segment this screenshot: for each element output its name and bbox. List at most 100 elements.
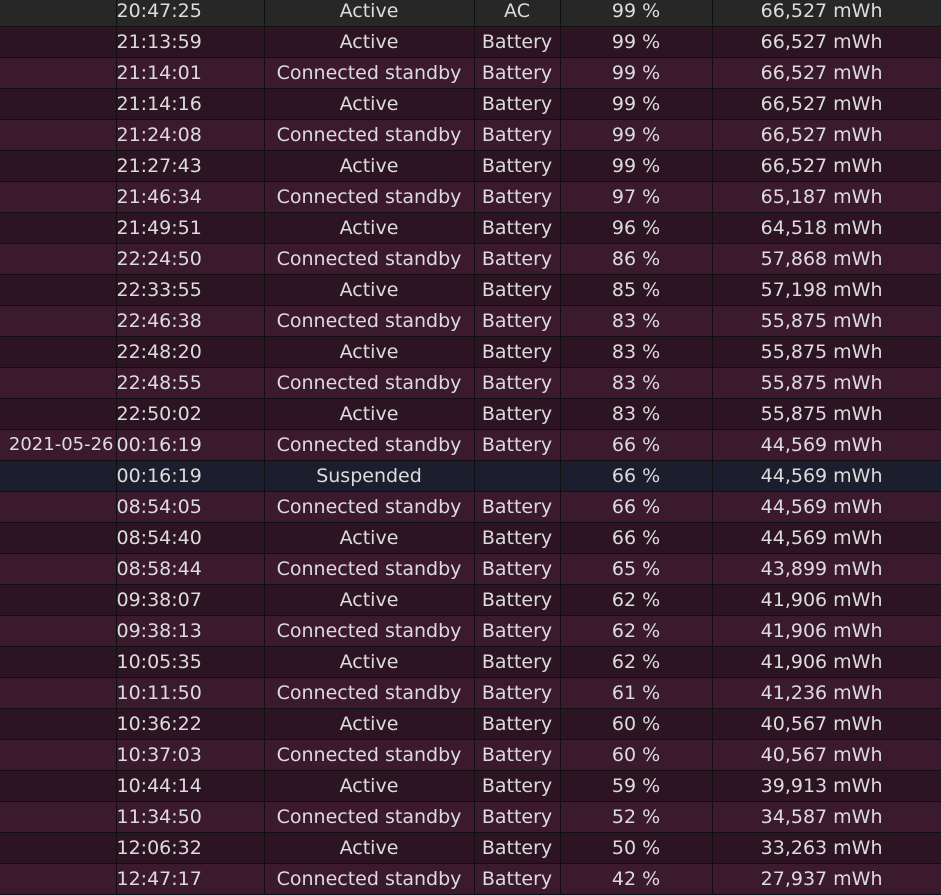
date-cell [0, 398, 117, 430]
capacity-remaining-cell: 41,906 mWh [712, 615, 941, 647]
table-row: 22:48:20 Active Battery 83 % 55,875 mWh [0, 336, 941, 368]
power-source-cell: Battery [474, 739, 561, 771]
date-cell [0, 181, 117, 213]
state-cell: Active [264, 274, 475, 306]
time-cell: 22:33:55 [116, 274, 265, 306]
date-cell [0, 336, 117, 368]
power-source-cell: Battery [474, 429, 561, 461]
percent-remaining-cell: 99 % [560, 119, 713, 151]
table-row: 10:05:35 Active Battery 62 % 41,906 mWh [0, 646, 941, 678]
percent-remaining-cell: 83 % [560, 398, 713, 430]
power-source-cell: Battery [474, 398, 561, 430]
capacity-remaining-cell: 39,913 mWh [712, 770, 941, 802]
state-cell: Connected standby [264, 181, 475, 213]
table-row: 21:49:51 Active Battery 96 % 64,518 mWh [0, 212, 941, 244]
capacity-remaining-cell: 44,569 mWh [712, 522, 941, 554]
time-cell: 21:14:01 [116, 57, 265, 89]
table-row: 09:38:13 Connected standby Battery 62 % 41,9… [0, 615, 941, 647]
date-cell [0, 150, 117, 182]
state-cell: Connected standby [264, 367, 475, 399]
date-cell [0, 0, 117, 27]
percent-remaining-cell: 99 % [560, 88, 713, 120]
time-cell: 21:49:51 [116, 212, 265, 244]
capacity-remaining-cell: 66,527 mWh [712, 150, 941, 182]
capacity-remaining-cell: 57,868 mWh [712, 243, 941, 275]
state-cell: Connected standby [264, 243, 475, 275]
time-cell: 10:44:14 [116, 770, 265, 802]
date-cell [0, 88, 117, 120]
date-cell [0, 119, 117, 151]
percent-remaining-cell: 60 % [560, 708, 713, 740]
date-cell [0, 677, 117, 709]
table-row: 08:58:44 Connected standby Battery 65 % 43,8… [0, 553, 941, 585]
percent-remaining-cell: 96 % [560, 212, 713, 244]
power-source-cell: Battery [474, 336, 561, 368]
state-cell: Active [264, 584, 475, 616]
state-cell: Active [264, 770, 475, 802]
time-cell: 10:05:35 [116, 646, 265, 678]
power-source-cell: Battery [474, 863, 561, 895]
state-cell: Active [264, 522, 475, 554]
power-source-cell: Battery [474, 26, 561, 58]
time-cell: 12:06:32 [116, 832, 265, 864]
time-cell: 09:38:07 [116, 584, 265, 616]
percent-remaining-cell: 86 % [560, 243, 713, 275]
power-source-cell: Battery [474, 522, 561, 554]
state-cell: Connected standby [264, 57, 475, 89]
state-cell: Active [264, 832, 475, 864]
time-cell: 22:24:50 [116, 243, 265, 275]
time-cell: 11:34:50 [116, 801, 265, 833]
capacity-remaining-cell: 41,236 mWh [712, 677, 941, 709]
state-cell: Connected standby [264, 553, 475, 585]
power-source-cell: Battery [474, 770, 561, 802]
power-source-cell [474, 460, 561, 492]
power-source-cell: Battery [474, 615, 561, 647]
time-cell: 10:36:22 [116, 708, 265, 740]
date-cell [0, 584, 117, 616]
power-source-cell: Battery [474, 646, 561, 678]
state-cell: Connected standby [264, 801, 475, 833]
power-source-cell: Battery [474, 274, 561, 306]
state-cell: Suspended [264, 460, 475, 492]
capacity-remaining-cell: 55,875 mWh [712, 336, 941, 368]
state-cell: Active [264, 398, 475, 430]
state-cell: Connected standby [264, 739, 475, 771]
capacity-remaining-cell: 55,875 mWh [712, 305, 941, 337]
date-cell [0, 26, 117, 58]
table-row: 21:24:08 Connected standby Battery 99 % 66,5… [0, 119, 941, 151]
percent-remaining-cell: 62 % [560, 584, 713, 616]
percent-remaining-cell: 65 % [560, 553, 713, 585]
capacity-remaining-cell: 55,875 mWh [712, 367, 941, 399]
table-row: 20:47:25 Active AC 99 % 66,527 mWh [0, 0, 941, 27]
power-source-cell: Battery [474, 708, 561, 740]
power-source-cell: Battery [474, 243, 561, 275]
capacity-remaining-cell: 41,906 mWh [712, 646, 941, 678]
date-cell: 2021-05-26 [0, 429, 117, 461]
capacity-remaining-cell: 64,518 mWh [712, 212, 941, 244]
time-cell: 00:16:19 [116, 460, 265, 492]
power-source-cell: Battery [474, 305, 561, 337]
table-row: 09:38:07 Active Battery 62 % 41,906 mWh [0, 584, 941, 616]
table-row: 21:13:59 Active Battery 99 % 66,527 mWh [0, 26, 941, 58]
table-row: 11:34:50 Connected standby Battery 52 % 34,5… [0, 801, 941, 833]
percent-remaining-cell: 59 % [560, 770, 713, 802]
power-source-cell: Battery [474, 150, 561, 182]
time-cell: 20:47:25 [116, 0, 265, 27]
state-cell: Connected standby [264, 863, 475, 895]
state-cell: Connected standby [264, 429, 475, 461]
table-row: 21:14:16 Active Battery 99 % 66,527 mWh [0, 88, 941, 120]
time-cell: 22:50:02 [116, 398, 265, 430]
state-cell: Connected standby [264, 119, 475, 151]
power-source-cell: Battery [474, 212, 561, 244]
capacity-remaining-cell: 66,527 mWh [712, 57, 941, 89]
date-cell [0, 801, 117, 833]
state-cell: Active [264, 88, 475, 120]
table-row: 12:47:17 Connected standby Battery 42 % 27,9… [0, 863, 941, 895]
power-source-cell: Battery [474, 57, 561, 89]
percent-remaining-cell: 66 % [560, 491, 713, 523]
power-source-cell: Battery [474, 801, 561, 833]
table-row: 2021-05-26 00:16:19 Connected standby Batte… [0, 429, 941, 461]
date-cell [0, 57, 117, 89]
state-cell: Active [264, 150, 475, 182]
date-cell [0, 646, 117, 678]
